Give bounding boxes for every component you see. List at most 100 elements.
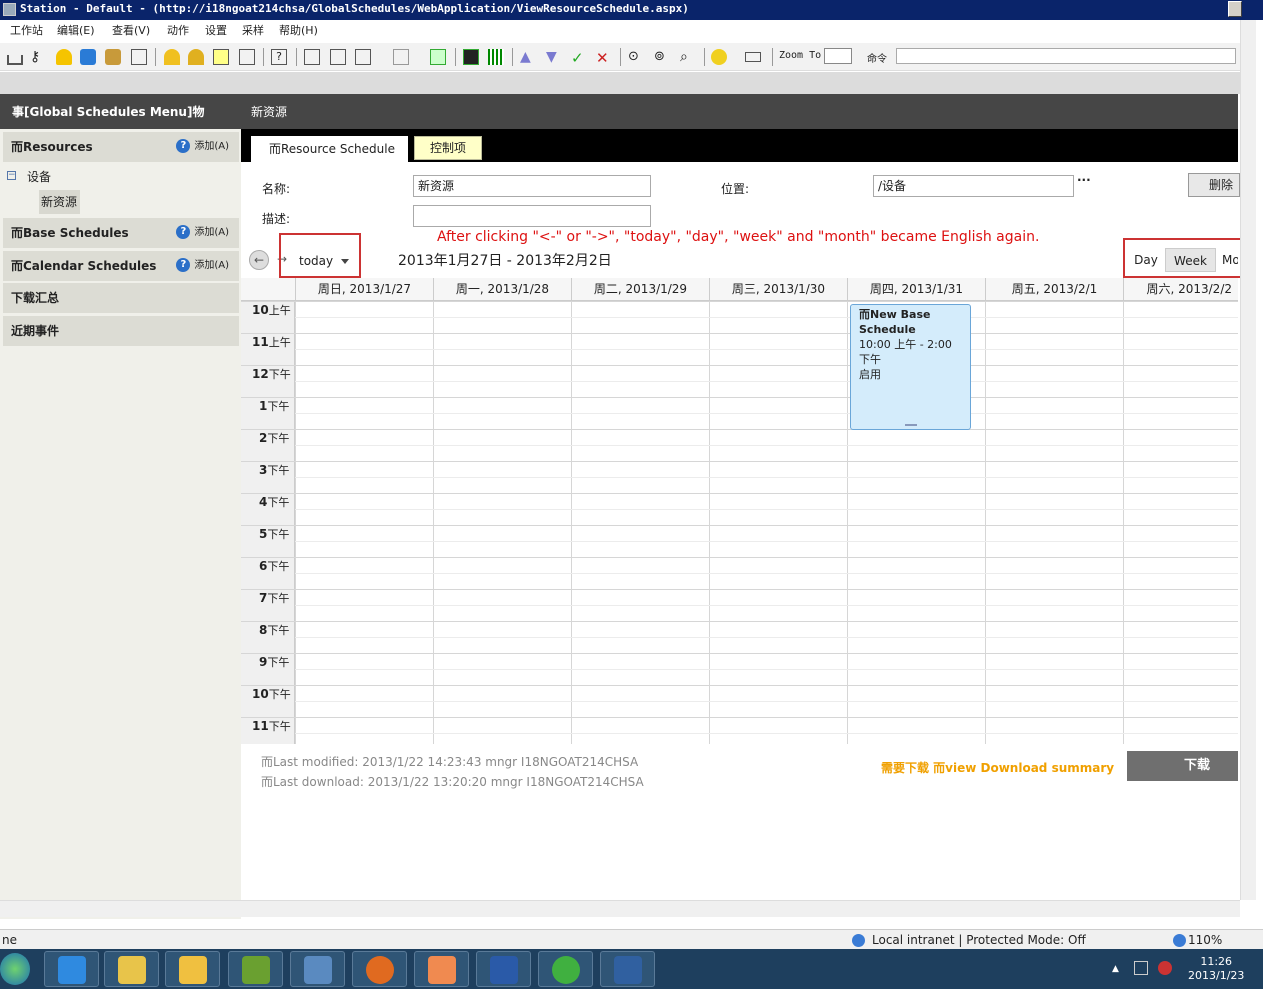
location-browse-button[interactable]: ... xyxy=(1077,170,1091,184)
sidebar-recent-events[interactable]: 近期事件 xyxy=(3,316,239,346)
tab-resource-schedule[interactable]: 而Resource Schedule xyxy=(251,136,408,162)
note-icon[interactable] xyxy=(213,49,229,65)
taskbar-network[interactable] xyxy=(290,951,345,987)
help-query-icon[interactable]: ? xyxy=(271,49,287,65)
download-button[interactable]: 下载 xyxy=(1127,751,1238,781)
time-label-ampm: 下午 xyxy=(267,656,290,669)
event-status: 启用 xyxy=(859,368,881,381)
horizontal-scrollbar[interactable] xyxy=(0,900,1240,917)
alarm-icon[interactable] xyxy=(188,49,204,65)
hour-line xyxy=(241,333,1238,334)
help-icon[interactable]: ? xyxy=(176,258,191,272)
sidebar-resources[interactable]: 而Resources ? 添加(A) xyxy=(3,132,239,162)
menu-sample[interactable]: 采样 xyxy=(242,20,264,42)
help-icon[interactable]: ? xyxy=(176,139,191,153)
menu-workstation[interactable]: 工作站 xyxy=(10,20,43,42)
forward-icon[interactable] xyxy=(393,49,409,65)
search-icon[interactable]: ⌕ xyxy=(680,49,696,65)
upload-icon[interactable] xyxy=(330,49,346,65)
resize-handle[interactable] xyxy=(905,424,917,426)
network-icon[interactable] xyxy=(7,55,23,65)
sidebar-calendar-schedules-label: 而Calendar Schedules xyxy=(11,259,157,273)
collapse-icon[interactable]: − xyxy=(7,171,16,180)
taskbar-vsphere[interactable] xyxy=(228,951,283,987)
menu-edit[interactable]: 编辑(E) xyxy=(57,20,95,42)
delete-button[interactable]: 删除 xyxy=(1188,173,1240,197)
location-field[interactable]: /设备 xyxy=(873,175,1074,197)
menu-settings[interactable]: 设置 xyxy=(205,20,227,42)
today-button[interactable]: today xyxy=(299,254,333,268)
report-icon[interactable] xyxy=(239,49,255,65)
help-icon[interactable]: ? xyxy=(176,225,191,239)
volume-muted-icon[interactable] xyxy=(1158,961,1172,975)
chevron-down-icon[interactable] xyxy=(341,259,349,264)
day-header: 周三, 2013/1/30 xyxy=(709,278,847,301)
page-header: 事[Global Schedules Menu]物 新资源 xyxy=(0,94,1238,129)
hour-line xyxy=(241,461,1238,462)
command-input[interactable] xyxy=(896,48,1236,64)
lock-icon[interactable] xyxy=(105,49,121,65)
prev-week-button[interactable]: ← xyxy=(249,250,269,270)
network-tray-icon[interactable] xyxy=(1134,961,1148,975)
back-icon[interactable] xyxy=(355,49,371,65)
taskbar-word[interactable] xyxy=(476,951,531,987)
command-label: 命令 xyxy=(867,54,887,65)
taskbar-firefox[interactable] xyxy=(352,951,407,987)
half-hour-line xyxy=(295,605,1238,606)
find-icon[interactable]: ⊚ xyxy=(654,49,670,65)
add-calendar-schedule-button[interactable]: ? 添加(A) xyxy=(176,251,229,281)
sidebar-calendar-schedules[interactable]: 而Calendar Schedules ? 添加(A) xyxy=(3,251,239,281)
cross-icon[interactable]: ✕ xyxy=(596,49,612,67)
firefox-icon xyxy=(366,956,394,984)
taskbar-messenger[interactable] xyxy=(414,951,469,987)
menu-view[interactable]: 查看(V) xyxy=(112,20,150,42)
zoom-level[interactable]: 110% xyxy=(1188,930,1222,950)
taskbar-ie[interactable] xyxy=(44,951,99,987)
menu-help[interactable]: 帮助(H) xyxy=(279,20,318,42)
menu-action[interactable]: 动作 xyxy=(167,20,189,42)
sidebar-download-summary[interactable]: 下载汇总 xyxy=(3,283,239,313)
tab-controls[interactable]: 控制项 xyxy=(414,136,482,160)
tree-folder-equipment[interactable]: 设备 xyxy=(27,168,51,185)
taskbar-remote[interactable] xyxy=(600,951,655,987)
camera-icon[interactable] xyxy=(745,52,761,62)
bars-icon[interactable] xyxy=(488,49,504,65)
open-icon[interactable] xyxy=(304,49,320,65)
sidebar-base-schedules[interactable]: 而Base Schedules ? 添加(A) xyxy=(3,218,239,248)
up-arrow-icon[interactable]: ▲ xyxy=(520,49,536,65)
binoculars-icon[interactable]: ⊙ xyxy=(628,49,644,65)
refresh-icon[interactable] xyxy=(430,49,446,65)
bell-icon[interactable] xyxy=(164,49,180,65)
minimize-button[interactable] xyxy=(1228,1,1242,17)
add-base-schedule-button[interactable]: ? 添加(A) xyxy=(176,218,229,248)
tree-item-new-resource[interactable]: 新资源 xyxy=(39,190,80,214)
view-download-summary-link[interactable]: 需要下载 而view Download summary xyxy=(881,759,1114,776)
check-icon[interactable]: ✓ xyxy=(571,49,587,67)
day-column-divider xyxy=(709,301,710,744)
grid-icon[interactable] xyxy=(131,49,147,65)
description-field[interactable] xyxy=(413,205,651,227)
taskbar-explorer[interactable] xyxy=(104,951,159,987)
name-field[interactable]: 新资源 xyxy=(413,175,651,197)
user-icon[interactable] xyxy=(56,49,72,65)
down-arrow-icon[interactable]: ▼ xyxy=(546,49,562,65)
time-label-ampm: 下午 xyxy=(267,400,290,413)
eye-icon[interactable] xyxy=(711,49,727,65)
time-label-ampm: 下午 xyxy=(267,592,290,605)
tray-expand-icon[interactable]: ▲ xyxy=(1112,964,1119,974)
zoom-dropdown[interactable] xyxy=(824,48,852,64)
vertical-scrollbar[interactable] xyxy=(1240,20,1256,900)
time-label: 11下午 xyxy=(244,718,292,734)
time-label-ampm: 下午 xyxy=(267,560,290,573)
time-label: 5下午 xyxy=(244,526,292,542)
system-clock[interactable]: 11:26 2013/1/23 xyxy=(1188,955,1244,983)
key-icon[interactable]: ⚷ xyxy=(30,49,46,65)
add-resource-button[interactable]: ? 添加(A) xyxy=(176,132,229,162)
calendar-event[interactable]: 而New Base Schedule 10:00 上午 - 2:00 下午 启用 xyxy=(850,304,971,430)
event-title: 而New Base Schedule xyxy=(859,308,931,336)
start-button[interactable] xyxy=(0,953,30,985)
device-icon[interactable] xyxy=(80,49,96,65)
taskbar-update[interactable] xyxy=(538,951,593,987)
graph-icon[interactable] xyxy=(463,49,479,65)
taskbar-station[interactable] xyxy=(165,951,220,987)
